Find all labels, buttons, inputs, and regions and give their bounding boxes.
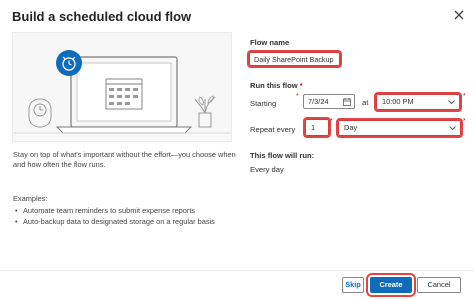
chevron-down-icon (448, 100, 455, 105)
repeat-interval-input[interactable]: 1 (303, 117, 331, 138)
plant-icon (194, 95, 216, 128)
summary-value: Every day (250, 165, 284, 174)
repeat-every-label: Repeat every (250, 125, 296, 134)
summary-label: This flow will run: (250, 151, 315, 160)
date-required-marker: * (296, 93, 299, 100)
starting-label: Starting (250, 99, 277, 108)
footer-divider (0, 270, 474, 271)
start-time-value: 10:00 PM (382, 97, 414, 106)
interval-required-marker: * (330, 118, 333, 125)
calendar-icon[interactable] (343, 98, 351, 106)
run-this-flow-label: Run this flow * (250, 81, 303, 90)
time-required-marker: * (463, 93, 466, 100)
start-date-value: 7/3/24 (308, 97, 329, 106)
example-item: Automate team reminders to submit expens… (13, 206, 241, 216)
alarm-clock-badge-icon (56, 50, 82, 76)
desk-clock-icon (28, 98, 52, 128)
examples-label: Examples: (13, 194, 48, 203)
calendar-grid-icon (105, 78, 143, 110)
required-marker: * (299, 81, 303, 90)
start-date-picker[interactable]: 7/3/24 (303, 94, 355, 109)
start-time-select[interactable]: 10:00 PM (374, 92, 462, 112)
examples-list: Automate team reminders to submit expens… (13, 206, 241, 228)
flow-name-label: Flow name (250, 38, 290, 47)
skip-button[interactable]: Skip (342, 277, 364, 293)
unit-required-marker: * (463, 118, 466, 125)
example-item: Auto-backup data to designated storage o… (13, 217, 241, 227)
at-label: at (362, 98, 369, 107)
close-icon[interactable] (452, 8, 466, 22)
create-button[interactable]: Create (366, 273, 416, 297)
repeat-unit-select[interactable]: Day (336, 118, 463, 138)
flow-name-input[interactable] (247, 50, 342, 68)
chevron-down-icon (449, 126, 456, 131)
flow-description: Stay on top of what's important without … (13, 150, 236, 169)
cancel-button[interactable]: Cancel (417, 277, 461, 293)
dialog-title: Build a scheduled cloud flow (12, 9, 192, 24)
repeat-unit-value: Day (344, 123, 358, 132)
scheduled-flow-dialog: Build a scheduled cloud flow Stay on top… (0, 0, 474, 299)
laptop-calendar-illustration (13, 50, 231, 134)
illustration (12, 32, 232, 142)
